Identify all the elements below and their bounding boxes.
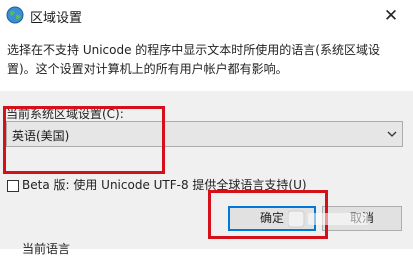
chevron-down-icon xyxy=(387,131,397,137)
watermark-logo xyxy=(288,210,368,228)
globe-icon xyxy=(6,6,24,24)
window-title: 区域设置 xyxy=(30,11,83,26)
highlight-box-locale xyxy=(3,106,165,174)
current-language-text: 当前语言 xyxy=(22,242,71,256)
description-text: 选择在不支持 Unicode 的程序中显示文本时所使用的语言(系统区域设置)。这… xyxy=(7,43,380,76)
title-bar: 区域设置 ✕ xyxy=(0,0,413,34)
beta-checkbox[interactable] xyxy=(7,180,19,192)
close-icon[interactable]: ✕ xyxy=(378,4,404,28)
